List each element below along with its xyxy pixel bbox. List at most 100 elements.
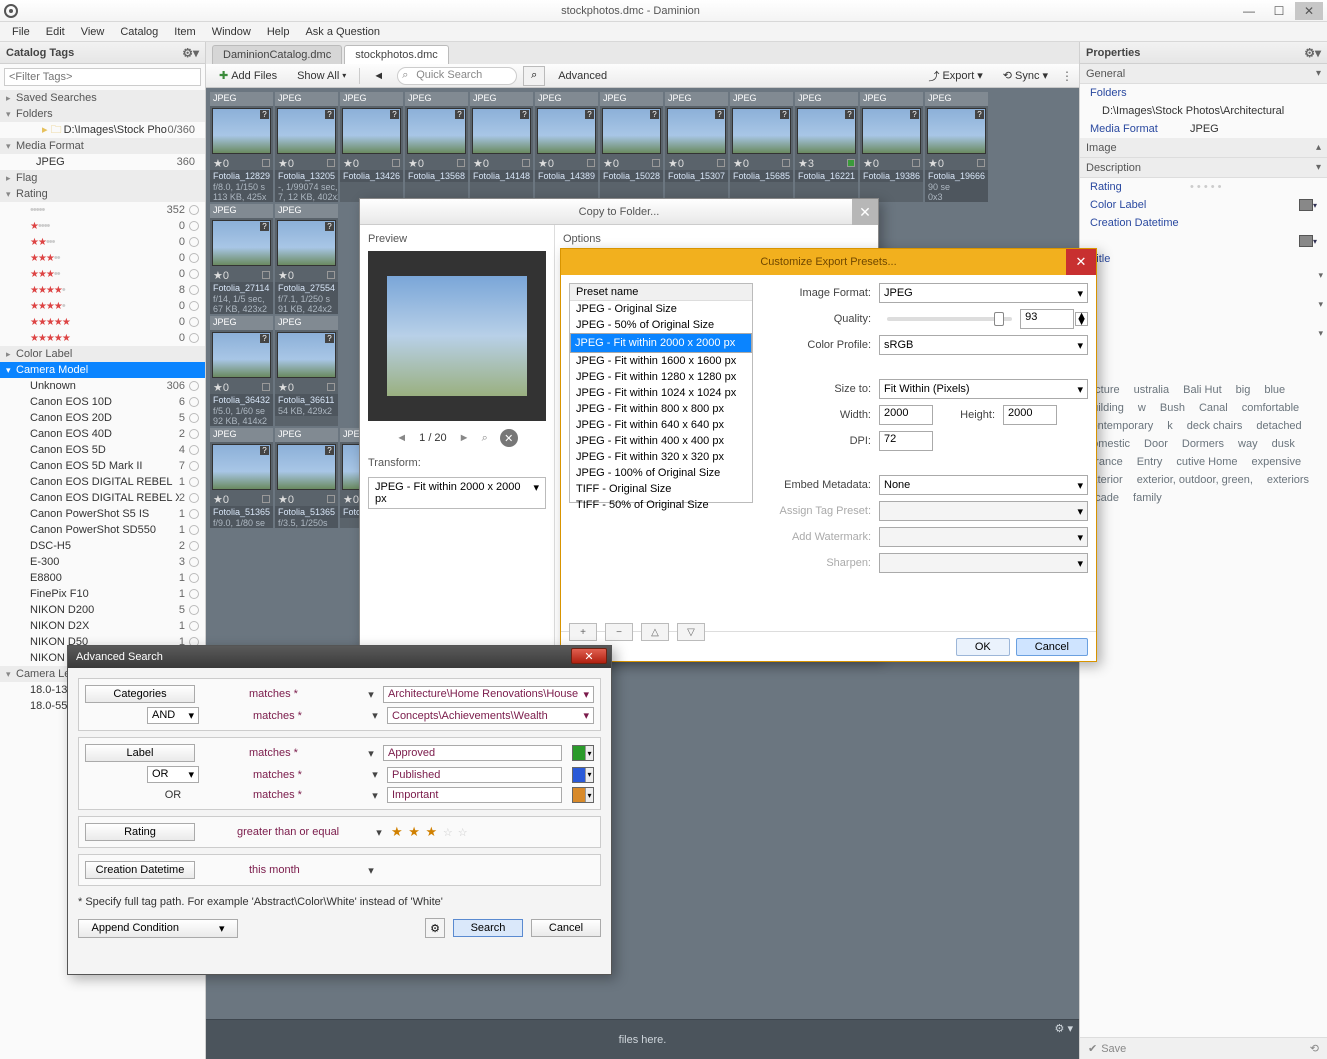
menu-view[interactable]: View: [75, 24, 111, 40]
dpi-input[interactable]: 72: [879, 431, 933, 451]
preset-item[interactable]: JPEG - 50% of Original Size: [570, 317, 752, 333]
zoom-icon[interactable]: ⌕: [482, 432, 488, 445]
tree-row[interactable]: ★••••0: [0, 218, 205, 234]
menu-edit[interactable]: Edit: [40, 24, 71, 40]
imgfmt-select[interactable]: JPEG▾: [879, 283, 1088, 303]
tag[interactable]: k: [1167, 420, 1173, 432]
gear-icon[interactable]: ⚙: [182, 46, 193, 60]
label-value[interactable]: Important: [387, 787, 562, 803]
menu-window[interactable]: Window: [206, 24, 257, 40]
tree-row[interactable]: Canon PowerShot SD5501: [0, 522, 205, 538]
minimize-button[interactable]: —: [1235, 2, 1263, 20]
gear-icon[interactable]: ⚙: [1304, 46, 1315, 60]
thumbnail[interactable]: JPEG ? ★0 Fotolia_27114 f/14, 1/5 sec, 6…: [210, 204, 273, 314]
preset-item[interactable]: JPEG - Fit within 400 x 400 px: [570, 433, 752, 449]
tag[interactable]: blue: [1264, 384, 1285, 396]
cancel-button[interactable]: Cancel: [531, 919, 601, 937]
thumbnail[interactable]: JPEG ? ★0 Fotolia_15028: [600, 92, 663, 202]
tag[interactable]: cutive Home: [1176, 456, 1237, 468]
thumbnail[interactable]: JPEG ? ★0 Fotolia_12829 f/8.0, 1/150 s 1…: [210, 92, 273, 202]
menu-help[interactable]: Help: [261, 24, 296, 40]
tag[interactable]: exteriors: [1267, 474, 1309, 486]
tree-row[interactable]: ★★★••0: [0, 266, 205, 282]
thumbnail[interactable]: JPEG ? ★0 Fotolia_19666 90 se 0x3: [925, 92, 988, 202]
tree-row[interactable]: Unknown306: [0, 378, 205, 394]
preset-item[interactable]: JPEG - Fit within 1024 x 1024 px: [570, 385, 752, 401]
add-files-button[interactable]: ✚Add Files: [212, 66, 284, 85]
expand-icon[interactable]: ▾: [1315, 46, 1321, 60]
next-icon[interactable]: ►: [459, 432, 470, 444]
tree-row[interactable]: ★★•••0: [0, 234, 205, 250]
move-up-button[interactable]: △: [641, 623, 669, 641]
thumbnail[interactable]: JPEG ? ★0 Fotolia_19386: [860, 92, 923, 202]
tree-row[interactable]: E-3003: [0, 554, 205, 570]
expand-icon[interactable]: ▾: [193, 46, 199, 60]
close-icon[interactable]: ✕: [1066, 249, 1096, 275]
quality-spinner[interactable]: ▲▼: [1075, 312, 1088, 326]
prev-icon[interactable]: ◄: [396, 432, 407, 444]
menu-catalog[interactable]: Catalog: [114, 24, 164, 40]
tree-row[interactable]: ★★★★•0: [0, 298, 205, 314]
section-image[interactable]: Image▴: [1080, 138, 1327, 158]
maximize-button[interactable]: ☐: [1265, 2, 1293, 20]
tree-row[interactable]: •••••352: [0, 202, 205, 218]
tree-row[interactable]: Canon EOS 5D4: [0, 442, 205, 458]
profile-select[interactable]: sRGB▾: [879, 335, 1088, 355]
append-condition-button[interactable]: Append Condition▾: [78, 919, 238, 938]
tree-row[interactable]: ▾Rating: [0, 186, 205, 202]
tag[interactable]: comfortable: [1242, 402, 1299, 414]
dropdown-icon[interactable]: ▾: [369, 709, 381, 722]
preset-item[interactable]: JPEG - Fit within 2000 x 2000 px: [570, 333, 752, 353]
menu-item[interactable]: Item: [168, 24, 201, 40]
tag[interactable]: Bali Hut: [1183, 384, 1222, 396]
label-button[interactable]: Label: [85, 744, 195, 762]
height-input[interactable]: 2000: [1003, 405, 1057, 425]
remove-preset-button[interactable]: −: [605, 623, 633, 641]
thumbnail[interactable]: JPEG ? ★0 Fotolia_13568: [405, 92, 468, 202]
section-description[interactable]: Description▾: [1080, 158, 1327, 178]
dropdown-icon[interactable]: ▾: [365, 747, 377, 760]
tree-row[interactable]: Canon EOS 10D6: [0, 394, 205, 410]
ok-button[interactable]: OK: [956, 638, 1010, 656]
thumbnail[interactable]: JPEG ? ★0 Fotolia_14148: [470, 92, 533, 202]
add-preset-button[interactable]: +: [569, 623, 597, 641]
revert-icon[interactable]: ⟲: [1310, 1042, 1319, 1055]
width-input[interactable]: 2000: [879, 405, 933, 425]
color-blue[interactable]: ▾: [572, 767, 594, 783]
catalog-tab[interactable]: DaminionCatalog.dmc: [212, 45, 342, 64]
section-general[interactable]: General▾: [1080, 64, 1327, 84]
cancel-button[interactable]: Cancel: [1016, 638, 1088, 656]
save-icon[interactable]: ✔: [1088, 1042, 1097, 1055]
thumbnail[interactable]: JPEG ? ★0 Fotolia_36611 54 KB, 429x2: [275, 316, 338, 426]
thumbnail[interactable]: JPEG ? ★3 Fotolia_16221: [795, 92, 858, 202]
filter-tags-input[interactable]: [4, 68, 201, 86]
quality-slider[interactable]: [887, 317, 1012, 321]
date-chip[interactable]: [1299, 235, 1313, 247]
tag[interactable]: exterior, outdoor, green,: [1137, 474, 1253, 486]
thumbnail[interactable]: JPEG ? ★0 Fotolia_13426: [340, 92, 403, 202]
thumbnail[interactable]: JPEG ? ★0 Fotolia_14389: [535, 92, 598, 202]
close-button[interactable]: ✕: [1295, 2, 1323, 20]
dropdown-icon[interactable]: ▾: [369, 789, 381, 802]
tag[interactable]: Entry: [1137, 456, 1163, 468]
category-value[interactable]: Architecture\Home Renovations\House▾: [383, 686, 594, 703]
label-value[interactable]: Published: [387, 767, 562, 783]
settings-icon[interactable]: ⚙: [425, 918, 445, 938]
tree-row[interactable]: Canon EOS DIGITAL REBEL XT2: [0, 490, 205, 506]
tree-row[interactable]: ★★★★•8: [0, 282, 205, 298]
thumbnail[interactable]: JPEG ? ★0 Fotolia_27554 f/7.1, 1/250 s 9…: [275, 204, 338, 314]
preset-item[interactable]: JPEG - Fit within 640 x 640 px: [570, 417, 752, 433]
and-select[interactable]: AND▾: [147, 707, 199, 724]
tree-row[interactable]: ★★★★★0: [0, 330, 205, 346]
tree-row[interactable]: Canon EOS 40D2: [0, 426, 205, 442]
quick-search-input[interactable]: Quick Search: [397, 67, 517, 85]
preset-item[interactable]: JPEG - Fit within 1280 x 1280 px: [570, 369, 752, 385]
preset-item[interactable]: JPEG - Fit within 320 x 320 px: [570, 449, 752, 465]
tree-row[interactable]: JPEG360: [0, 154, 205, 170]
quality-value[interactable]: 93: [1020, 309, 1074, 329]
color-green[interactable]: ▾: [572, 745, 594, 761]
thumbnail[interactable]: JPEG ? ★0 Fotolia_15685: [730, 92, 793, 202]
save-label[interactable]: Save: [1101, 1043, 1126, 1055]
preset-item[interactable]: TIFF - Original Size: [570, 481, 752, 497]
dropdown-icon[interactable]: ▾: [365, 688, 377, 701]
